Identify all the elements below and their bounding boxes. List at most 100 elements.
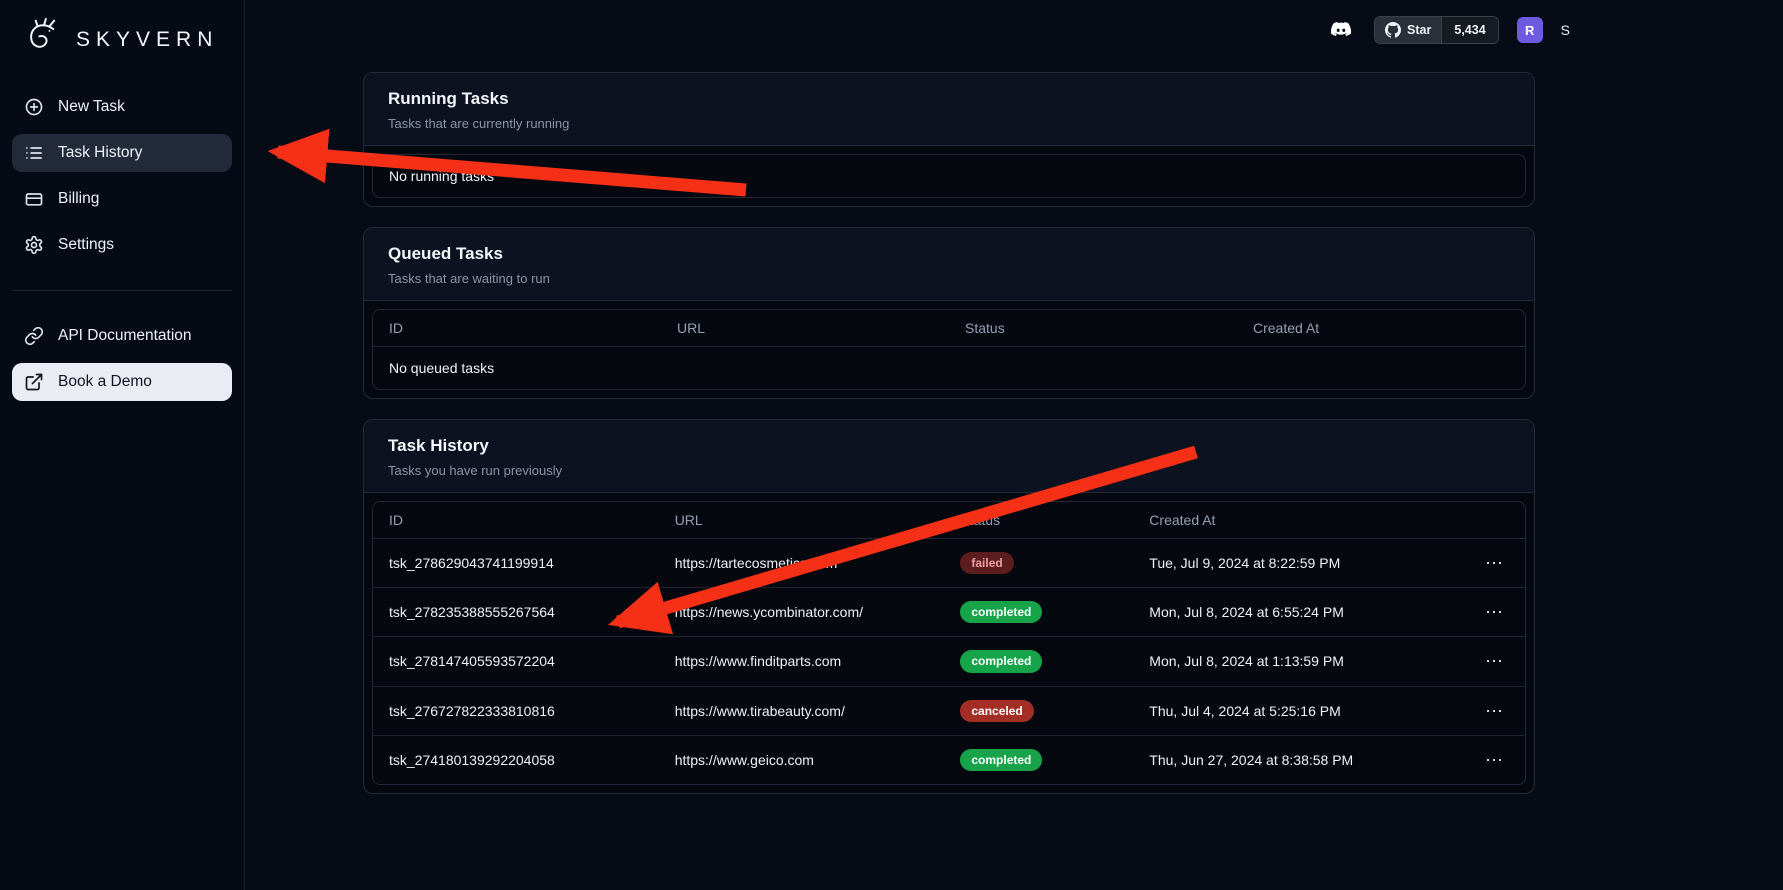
- github-icon: [1385, 22, 1401, 38]
- row-actions-button[interactable]: ⋯: [1479, 601, 1509, 623]
- task-url-cell: https://tartecosmetics.com: [659, 539, 945, 588]
- table-row[interactable]: tsk_278147405593572204 https://www.findi…: [373, 637, 1525, 686]
- app-root: SKYVERN New Task Task History Billing: [0, 0, 1783, 890]
- task-status-cell: completed: [944, 637, 1133, 686]
- task-actions-cell: ⋯: [1450, 686, 1525, 735]
- card-subtitle: Tasks you have run previously: [388, 463, 1510, 478]
- sidebar-nav: New Task Task History Billing Settings: [0, 88, 244, 401]
- sidebar: SKYVERN New Task Task History Billing: [0, 0, 245, 890]
- task-url-cell: https://news.ycombinator.com/: [659, 588, 945, 637]
- column-header-status: Status: [944, 502, 1133, 539]
- sidebar-item-label: New Task: [58, 98, 125, 116]
- sidebar-item-new-task[interactable]: New Task: [12, 88, 232, 126]
- card-title: Running Tasks: [388, 89, 1510, 109]
- column-header-id: ID: [373, 502, 659, 539]
- github-star-count: 5,434: [1441, 17, 1497, 43]
- card-title: Task History: [388, 436, 1510, 456]
- external-link-icon: [24, 372, 44, 392]
- card-subtitle: Tasks that are currently running: [388, 116, 1510, 131]
- table-row[interactable]: tsk_274180139292204058 https://www.geico…: [373, 735, 1525, 784]
- task-status-cell: completed: [944, 735, 1133, 784]
- sidebar-item-api-documentation[interactable]: API Documentation: [12, 317, 232, 355]
- row-actions-button[interactable]: ⋯: [1479, 552, 1509, 574]
- task-actions-cell: ⋯: [1450, 588, 1525, 637]
- topbar: Star 5,434 R S: [245, 0, 1783, 60]
- task-url-cell: https://www.geico.com: [659, 735, 945, 784]
- credit-card-icon: [24, 189, 44, 209]
- task-id-cell: tsk_276727822333810816: [373, 686, 659, 735]
- task-actions-cell: ⋯: [1450, 735, 1525, 784]
- empty-state-row: No queued tasks: [373, 347, 1525, 390]
- discord-icon[interactable]: [1326, 18, 1356, 42]
- task-id-cell: tsk_278235388555267564: [373, 588, 659, 637]
- sidebar-item-label: Billing: [58, 190, 99, 208]
- queued-tasks-card: Queued Tasks Tasks that are waiting to r…: [363, 227, 1535, 399]
- brand-name: SKYVERN: [76, 28, 218, 52]
- table-header-row: ID URL Status Created At: [373, 310, 1525, 347]
- column-header-id: ID: [373, 310, 661, 347]
- task-status-cell: failed: [944, 539, 1133, 588]
- queued-tasks-header: Queued Tasks Tasks that are waiting to r…: [364, 228, 1534, 301]
- empty-state-text: No running tasks: [373, 155, 1525, 197]
- list-icon: [24, 143, 44, 163]
- task-status-cell: canceled: [944, 686, 1133, 735]
- status-badge: canceled: [960, 700, 1033, 722]
- user-name-partial: S: [1561, 22, 1570, 38]
- empty-state-text: No queued tasks: [373, 347, 1525, 390]
- sidebar-item-label: Settings: [58, 236, 114, 254]
- sidebar-divider: [12, 290, 232, 291]
- task-history-header: Task History Tasks you have run previous…: [364, 420, 1534, 493]
- task-created-cell: Tue, Jul 9, 2024 at 8:22:59 PM: [1133, 539, 1450, 588]
- github-star-button[interactable]: Star 5,434: [1374, 16, 1499, 44]
- brand-logo: SKYVERN: [0, 10, 244, 88]
- task-actions-cell: ⋯: [1450, 539, 1525, 588]
- table-row[interactable]: tsk_278629043741199914 https://tartecosm…: [373, 539, 1525, 588]
- row-actions-button[interactable]: ⋯: [1479, 700, 1509, 722]
- row-actions-button[interactable]: ⋯: [1479, 650, 1509, 672]
- sidebar-item-billing[interactable]: Billing: [12, 180, 232, 218]
- main-area: Star 5,434 R S Running Tasks Tasks that …: [245, 0, 1783, 890]
- task-id-cell: tsk_278147405593572204: [373, 637, 659, 686]
- sidebar-item-label: Task History: [58, 144, 142, 162]
- task-created-cell: Thu, Jun 27, 2024 at 8:38:58 PM: [1133, 735, 1450, 784]
- task-id-cell: tsk_274180139292204058: [373, 735, 659, 784]
- page-content: Running Tasks Tasks that are currently r…: [245, 60, 1783, 794]
- status-badge: completed: [960, 749, 1042, 771]
- sidebar-item-task-history[interactable]: Task History: [12, 134, 232, 172]
- column-header-created-at: Created At: [1237, 310, 1525, 347]
- status-badge: completed: [960, 650, 1042, 672]
- plus-circle-icon: [24, 97, 44, 117]
- table-header-row: ID URL Status Created At: [373, 502, 1525, 539]
- column-header-actions: [1450, 502, 1525, 539]
- task-created-cell: Mon, Jul 8, 2024 at 6:55:24 PM: [1133, 588, 1450, 637]
- queued-tasks-content: ID URL Status Created At No queued tasks: [364, 301, 1534, 398]
- task-history-card: Task History Tasks you have run previous…: [363, 419, 1535, 794]
- sidebar-item-settings[interactable]: Settings: [12, 226, 232, 264]
- row-actions-button[interactable]: ⋯: [1479, 749, 1509, 771]
- skyvern-dragon-icon: [22, 18, 66, 62]
- link-icon: [24, 326, 44, 346]
- avatar[interactable]: R: [1517, 17, 1543, 43]
- card-subtitle: Tasks that are waiting to run: [388, 271, 1510, 286]
- running-tasks-card: Running Tasks Tasks that are currently r…: [363, 72, 1535, 207]
- task-created-cell: Mon, Jul 8, 2024 at 1:13:59 PM: [1133, 637, 1450, 686]
- gear-icon: [24, 235, 44, 255]
- table-row[interactable]: tsk_276727822333810816 https://www.tirab…: [373, 686, 1525, 735]
- task-actions-cell: ⋯: [1450, 637, 1525, 686]
- github-star-label: Star: [1407, 23, 1431, 37]
- column-header-created-at: Created At: [1133, 502, 1450, 539]
- task-status-cell: completed: [944, 588, 1133, 637]
- task-id-cell: tsk_278629043741199914: [373, 539, 659, 588]
- sidebar-item-label: API Documentation: [58, 327, 192, 345]
- empty-state-row: No running tasks: [373, 155, 1525, 197]
- card-title: Queued Tasks: [388, 244, 1510, 264]
- status-badge: failed: [960, 552, 1013, 574]
- table-row[interactable]: tsk_278235388555267564 https://news.ycom…: [373, 588, 1525, 637]
- running-tasks-content: No running tasks: [364, 146, 1534, 206]
- task-url-cell: https://www.finditparts.com: [659, 637, 945, 686]
- column-header-url: URL: [661, 310, 949, 347]
- sidebar-item-label: Book a Demo: [58, 373, 152, 391]
- task-url-cell: https://www.tirabeauty.com/: [659, 686, 945, 735]
- running-tasks-header: Running Tasks Tasks that are currently r…: [364, 73, 1534, 146]
- sidebar-item-book-a-demo[interactable]: Book a Demo: [12, 363, 232, 401]
